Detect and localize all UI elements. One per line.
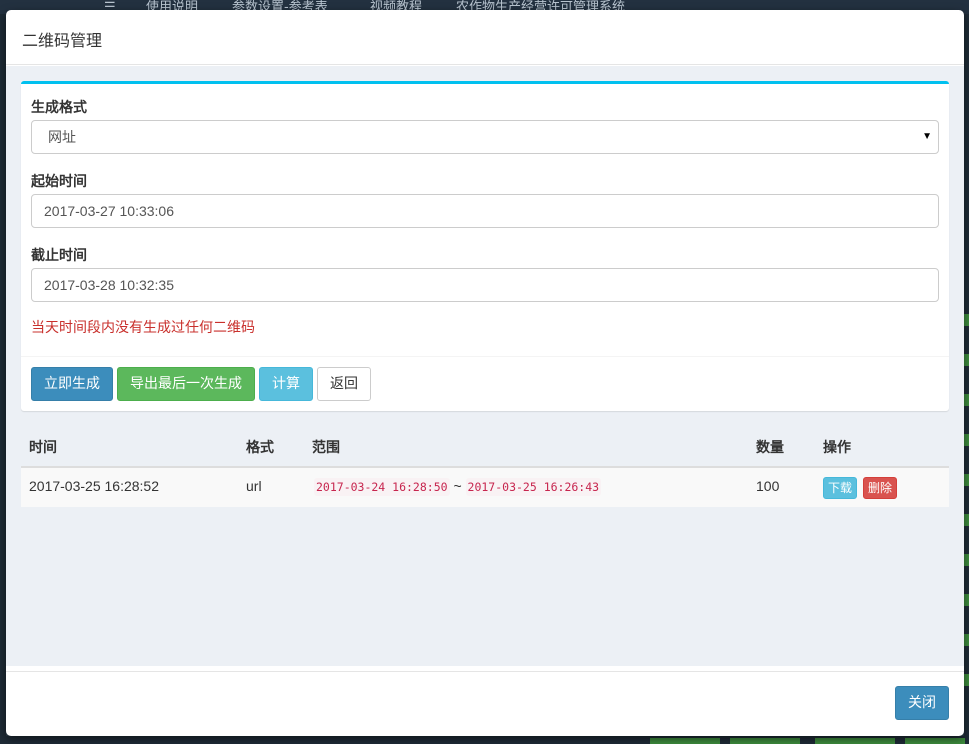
qrcode-modal: 二维码管理 生成格式 网址 ▼ 起始时间 2017-03-27 10:33:06… bbox=[6, 10, 964, 736]
column-header-range: 范围 bbox=[312, 440, 340, 456]
start-time-label: 起始时间 bbox=[31, 174, 87, 190]
range-end: 2017-03-25 16:26:43 bbox=[465, 478, 602, 496]
format-label: 生成格式 bbox=[31, 100, 87, 116]
form-box: 生成格式 网址 ▼ 起始时间 2017-03-27 10:33:06 截止时间 … bbox=[21, 81, 949, 411]
modal-footer: 关闭 bbox=[6, 671, 964, 736]
row-count: 100 bbox=[756, 478, 780, 494]
row-time: 2017-03-25 16:28:52 bbox=[29, 478, 159, 494]
generate-now-button[interactable]: 立即生成 bbox=[31, 367, 113, 401]
range-separator: ~ bbox=[453, 478, 462, 494]
download-button[interactable]: 下载 bbox=[823, 477, 858, 499]
box-footer: 立即生成 导出最后一次生成 计算 返回 bbox=[21, 356, 949, 411]
column-header-count: 数量 bbox=[756, 440, 784, 456]
end-time-input[interactable]: 2017-03-28 10:32:35 bbox=[31, 268, 939, 302]
caret-down-icon: ▼ bbox=[922, 131, 932, 142]
format-select-value: 网址 bbox=[48, 129, 76, 145]
row-range: 2017-03-24 16:28:50 ~ 2017-03-25 16:26:4… bbox=[314, 478, 602, 496]
calculate-button[interactable]: 计算 bbox=[259, 367, 313, 401]
delete-button[interactable]: 删除 bbox=[863, 477, 898, 499]
background-table-row bbox=[0, 736, 969, 744]
modal-title: 二维码管理 bbox=[22, 31, 103, 50]
background-right-edge bbox=[964, 14, 969, 744]
column-header-format: 格式 bbox=[246, 440, 274, 456]
export-last-button[interactable]: 导出最后一次生成 bbox=[117, 367, 255, 401]
end-time-label: 截止时间 bbox=[31, 248, 87, 264]
range-start: 2017-03-24 16:28:50 bbox=[314, 478, 450, 496]
modal-body: 生成格式 网址 ▼ 起始时间 2017-03-27 10:33:06 截止时间 … bbox=[6, 66, 964, 666]
back-button[interactable]: 返回 bbox=[317, 367, 371, 401]
start-time-input[interactable]: 2017-03-27 10:33:06 bbox=[31, 194, 939, 228]
modal-header: 二维码管理 bbox=[6, 10, 964, 65]
column-header-time: 时间 bbox=[29, 440, 57, 456]
row-format: url bbox=[246, 478, 262, 494]
column-header-actions: 操作 bbox=[823, 440, 851, 456]
close-button[interactable]: 关闭 bbox=[895, 686, 949, 720]
table-row: 2017-03-25 16:28:52 url 2017-03-24 16:28… bbox=[21, 468, 949, 507]
format-select[interactable]: 网址 ▼ bbox=[31, 120, 939, 154]
no-qrcode-warning: 当天时间段内没有生成过任何二维码 bbox=[31, 320, 255, 336]
